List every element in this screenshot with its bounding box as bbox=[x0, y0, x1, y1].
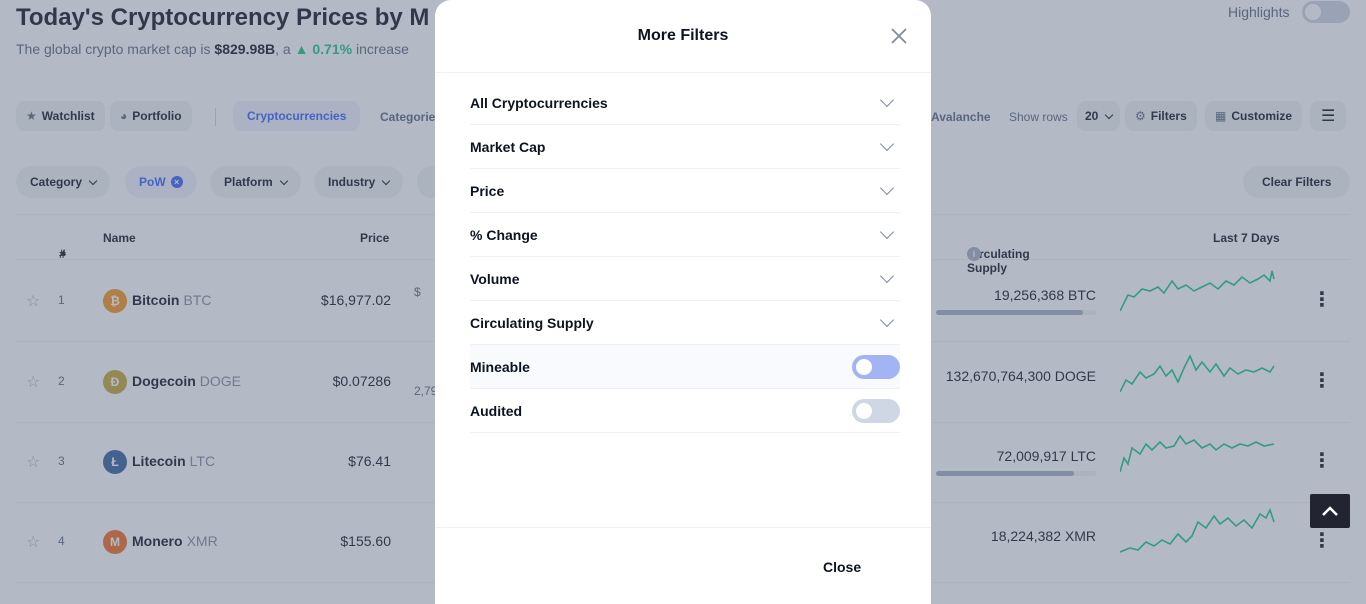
filter-label: Price bbox=[470, 182, 505, 199]
filter-row-audited[interactable]: Audited bbox=[470, 389, 900, 433]
filter-label: Volume bbox=[470, 270, 520, 287]
filter-label: All Cryptocurrencies bbox=[470, 94, 608, 111]
modal-title: More Filters bbox=[637, 27, 729, 44]
more-filters-modal: More Filters All Cryptocurrencies Market … bbox=[435, 0, 931, 604]
modal-footer: Close bbox=[435, 527, 931, 604]
chevron-up-icon bbox=[1322, 506, 1338, 516]
filter-label: Market Cap bbox=[470, 138, 546, 155]
chevron-down-icon bbox=[879, 180, 895, 195]
filter-label: Audited bbox=[470, 402, 523, 419]
filter-row-change[interactable]: % Change bbox=[470, 213, 900, 257]
chevron-down-icon bbox=[879, 268, 895, 283]
chevron-down-icon bbox=[879, 224, 895, 239]
filter-label: Circulating Supply bbox=[470, 314, 594, 331]
filter-row-price[interactable]: Price bbox=[470, 169, 900, 213]
audited-toggle[interactable] bbox=[852, 398, 900, 423]
filter-row-all-cryptocurrencies[interactable]: All Cryptocurrencies bbox=[470, 81, 900, 125]
filter-row-mineable[interactable]: Mineable bbox=[470, 345, 900, 389]
scroll-to-top-button[interactable] bbox=[1310, 494, 1350, 528]
close-icon[interactable] bbox=[889, 26, 909, 46]
chevron-down-icon bbox=[879, 312, 895, 327]
filter-label: Mineable bbox=[470, 358, 530, 375]
chevron-down-icon bbox=[879, 92, 895, 107]
close-button[interactable]: Close bbox=[823, 559, 861, 575]
chevron-down-icon bbox=[879, 136, 895, 151]
filter-row-market-cap[interactable]: Market Cap bbox=[470, 125, 900, 169]
filter-row-volume[interactable]: Volume bbox=[470, 257, 900, 301]
mineable-toggle[interactable] bbox=[852, 354, 900, 379]
filter-row-circulating-supply[interactable]: Circulating Supply bbox=[470, 301, 900, 345]
filter-label: % Change bbox=[470, 226, 538, 243]
modal-divider bbox=[435, 72, 931, 73]
